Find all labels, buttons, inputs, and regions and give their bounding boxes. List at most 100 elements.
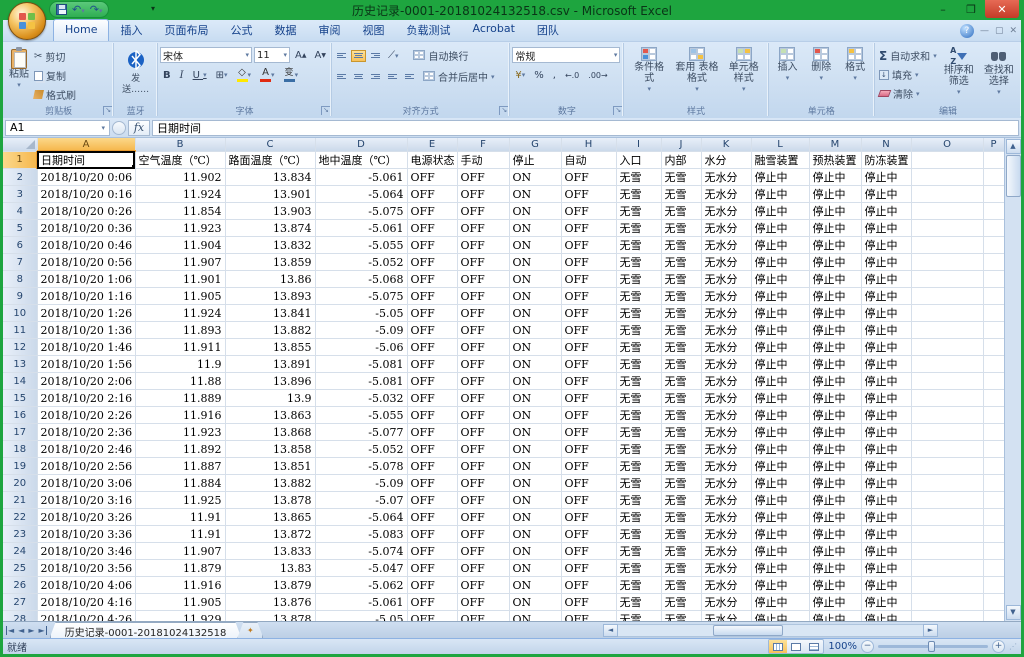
- cell-I11[interactable]: 无雪: [616, 322, 661, 339]
- cell-K10[interactable]: 无水分: [701, 305, 751, 322]
- cell-A9[interactable]: 2018/10/20 1:16: [37, 288, 135, 305]
- cell-E17[interactable]: OFF: [407, 424, 457, 441]
- delete-cells-button[interactable]: 删除▾: [808, 45, 834, 103]
- cell-E6[interactable]: OFF: [407, 237, 457, 254]
- cell-C6[interactable]: 13.832: [225, 237, 315, 254]
- cell-C11[interactable]: 13.882: [225, 322, 315, 339]
- cell-G4[interactable]: ON: [509, 203, 561, 220]
- cell-C9[interactable]: 13.893: [225, 288, 315, 305]
- align-top-icon[interactable]: [334, 50, 349, 62]
- cell-P9[interactable]: [983, 288, 1004, 305]
- cell-N2[interactable]: 停止中: [861, 169, 911, 186]
- cell-B17[interactable]: 11.923: [135, 424, 225, 441]
- cell-F18[interactable]: OFF: [457, 441, 509, 458]
- cell-I12[interactable]: 无雪: [616, 339, 661, 356]
- row-header-27[interactable]: 27: [3, 594, 37, 611]
- row-header-15[interactable]: 15: [3, 390, 37, 407]
- cell-O2[interactable]: [911, 169, 983, 186]
- cell-P10[interactable]: [983, 305, 1004, 322]
- cell-A3[interactable]: 2018/10/20 0:16: [37, 186, 135, 203]
- cell-A20[interactable]: 2018/10/20 3:06: [37, 475, 135, 492]
- cell-J4[interactable]: 无雪: [661, 203, 701, 220]
- cell-I19[interactable]: 无雪: [616, 458, 661, 475]
- cell-P25[interactable]: [983, 560, 1004, 577]
- cell-N21[interactable]: 停止中: [861, 492, 911, 509]
- cell-H20[interactable]: OFF: [561, 475, 616, 492]
- cell-O20[interactable]: [911, 475, 983, 492]
- autosum-button[interactable]: Σ自动求和▾: [877, 47, 939, 64]
- cell-H9[interactable]: OFF: [561, 288, 616, 305]
- cell-G14[interactable]: ON: [509, 373, 561, 390]
- cell-F20[interactable]: OFF: [457, 475, 509, 492]
- cell-J17[interactable]: 无雪: [661, 424, 701, 441]
- cell-P1[interactable]: [983, 151, 1004, 169]
- cell-O16[interactable]: [911, 407, 983, 424]
- cell-B27[interactable]: 11.905: [135, 594, 225, 611]
- cell-M21[interactable]: 停止中: [809, 492, 861, 509]
- row-header-21[interactable]: 21: [3, 492, 37, 509]
- row-header-6[interactable]: 6: [3, 237, 37, 254]
- cell-O23[interactable]: [911, 526, 983, 543]
- cell-A10[interactable]: 2018/10/20 1:26: [37, 305, 135, 322]
- cell-J12[interactable]: 无雪: [661, 339, 701, 356]
- cell-I5[interactable]: 无雪: [616, 220, 661, 237]
- copy-button[interactable]: 复制: [32, 67, 78, 84]
- cell-K15[interactable]: 无水分: [701, 390, 751, 407]
- cell-L6[interactable]: 停止中: [751, 237, 809, 254]
- font-color-button[interactable]: A▾: [257, 67, 278, 83]
- merge-center-button[interactable]: 合并后居中▾: [421, 68, 497, 85]
- cell-K12[interactable]: 无水分: [701, 339, 751, 356]
- cell-I18[interactable]: 无雪: [616, 441, 661, 458]
- cell-E14[interactable]: OFF: [407, 373, 457, 390]
- zoom-slider-thumb[interactable]: [928, 641, 935, 652]
- cell-B13[interactable]: 11.9: [135, 356, 225, 373]
- column-header-C[interactable]: C: [225, 138, 315, 151]
- cell-A22[interactable]: 2018/10/20 3:26: [37, 509, 135, 526]
- cell-G11[interactable]: ON: [509, 322, 561, 339]
- comma-button[interactable]: ,: [550, 67, 559, 83]
- vertical-scrollbar[interactable]: ▲ ▼: [1004, 138, 1021, 621]
- cell-G7[interactable]: ON: [509, 254, 561, 271]
- cell-C17[interactable]: 13.868: [225, 424, 315, 441]
- cell-I23[interactable]: 无雪: [616, 526, 661, 543]
- cell-F8[interactable]: OFF: [457, 271, 509, 288]
- cell-B28[interactable]: 11.929: [135, 611, 225, 621]
- cell-A14[interactable]: 2018/10/20 2:06: [37, 373, 135, 390]
- cell-C8[interactable]: 13.86: [225, 271, 315, 288]
- cell-A19[interactable]: 2018/10/20 2:56: [37, 458, 135, 475]
- cell-F21[interactable]: OFF: [457, 492, 509, 509]
- cell-H17[interactable]: OFF: [561, 424, 616, 441]
- cell-D15[interactable]: -5.032: [315, 390, 407, 407]
- cell-L14[interactable]: 停止中: [751, 373, 809, 390]
- cell-D11[interactable]: -5.09: [315, 322, 407, 339]
- sheet-tab[interactable]: 历史记录-0001-20181024132518: [50, 622, 242, 638]
- cell-H23[interactable]: OFF: [561, 526, 616, 543]
- cell-H14[interactable]: OFF: [561, 373, 616, 390]
- cell-A28[interactable]: 2018/10/20 4:26: [37, 611, 135, 621]
- cell-N26[interactable]: 停止中: [861, 577, 911, 594]
- cell-O12[interactable]: [911, 339, 983, 356]
- cell-J8[interactable]: 无雪: [661, 271, 701, 288]
- cell-P27[interactable]: [983, 594, 1004, 611]
- cell-I26[interactable]: 无雪: [616, 577, 661, 594]
- cell-A12[interactable]: 2018/10/20 1:46: [37, 339, 135, 356]
- cell-B20[interactable]: 11.884: [135, 475, 225, 492]
- cell-F7[interactable]: OFF: [457, 254, 509, 271]
- cell-C21[interactable]: 13.878: [225, 492, 315, 509]
- cell-L24[interactable]: 停止中: [751, 543, 809, 560]
- cell-N15[interactable]: 停止中: [861, 390, 911, 407]
- cell-P6[interactable]: [983, 237, 1004, 254]
- format-painter-button[interactable]: 格式刷: [32, 86, 78, 103]
- column-header-L[interactable]: L: [751, 138, 809, 151]
- cell-J16[interactable]: 无雪: [661, 407, 701, 424]
- name-box[interactable]: A1▾: [5, 120, 110, 136]
- cell-G28[interactable]: ON: [509, 611, 561, 621]
- cell-N23[interactable]: 停止中: [861, 526, 911, 543]
- cell-O18[interactable]: [911, 441, 983, 458]
- cell-H2[interactable]: OFF: [561, 169, 616, 186]
- cell-O14[interactable]: [911, 373, 983, 390]
- scroll-right-icon[interactable]: ►: [923, 624, 938, 637]
- cell-I25[interactable]: 无雪: [616, 560, 661, 577]
- borders-button[interactable]: ⊞▾: [213, 67, 231, 83]
- cell-E15[interactable]: OFF: [407, 390, 457, 407]
